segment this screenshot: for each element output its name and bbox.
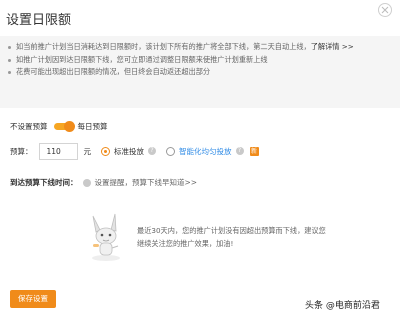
question-icon[interactable]: ? [148,147,156,155]
reminder-label: 到达预算下线时间： [10,178,78,187]
set-reminder-link[interactable]: 设置提醒，预算下线早知道>> [95,177,198,188]
budget-toggle[interactable] [53,120,75,132]
new-badge: 新 [249,146,259,156]
budget-amount-row: 预算： 110 元 标准投放 ? 智能化均匀投放 ? 新 [10,142,259,160]
toggle-knob [63,120,75,132]
smart-delivery-radio[interactable] [166,146,175,156]
empty-state-message: 最近30天内，您的推广计划没有因超出预算而下线，建议您继续关注您的推广效果，加油… [137,226,326,248]
dialog-title: 设置日限额 [6,13,72,28]
info-item-2-text: 如推广计划因到达日限额下线，您可立即通过调整日限额来使推广计划重新上线 [16,54,268,64]
info-item-1-text: 如当前推广计划当日消耗达到日限额时，该计划下所有的推广将全部下线，第二天自动上线… [16,42,311,51]
info-item-3: 花费可能出现超出日限额的情况，但日终会自动返还超出部分 [7,66,394,79]
budget-unit: 元 [83,146,92,156]
save-button[interactable]: 保存设置 [10,290,56,308]
info-item-3-text: 花费可能出现超出日限额的情况，但日终会自动返还超出部分 [16,67,211,76]
watermark-text: 头条 @电商前沿君 [305,301,380,311]
learn-more-link[interactable]: 了解详情 >> [311,42,354,51]
budget-mode-row: 不设置预算 每日预算 [10,120,108,132]
no-budget-label: 不设置预算 [10,122,48,131]
info-item-1: 如当前推广计划当日消耗达到日限额时，该计划下所有的推广将全部下线，第二天自动上线… [7,41,394,54]
info-item-2: 如推广计划因到达日限额下线，您可立即通过调整日限额来使推广计划重新上线 [7,54,394,67]
close-icon [381,6,389,14]
reminder-icon [82,178,91,187]
close-button[interactable] [378,3,392,17]
budget-amount-input[interactable]: 110 [38,142,78,160]
budget-label: 预算： [10,146,33,156]
reminder-row: 到达预算下线时间： 设置提醒，预算下线早知道>> [10,177,197,188]
info-panel: 如当前推广计划当日消耗达到日限额时，该计划下所有的推广将全部下线，第二天自动上线… [0,36,400,108]
standard-delivery-radio[interactable] [101,146,110,156]
mascot-illustration-icon [92,213,120,261]
question-icon[interactable]: ? [235,147,244,155]
standard-delivery-label[interactable]: 标准投放 [114,146,144,157]
daily-budget-label: 每日预算 [77,122,108,131]
smart-delivery-label[interactable]: 智能化均匀投放 [179,146,232,157]
